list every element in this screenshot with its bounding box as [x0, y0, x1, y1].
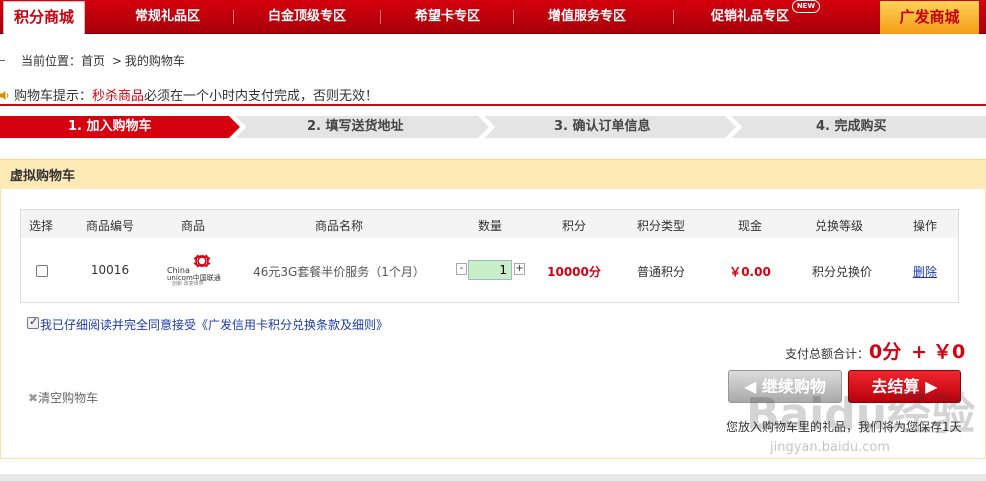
china-unicom-logo: China unicom中国联通 创新·改变世界: [164, 253, 222, 287]
breadcrumb-home-link[interactable]: 首页: [81, 54, 105, 68]
row-cash: ￥0.00: [729, 265, 771, 279]
tip-prefix: 购物车提示：: [14, 89, 93, 104]
continue-shopping-button[interactable]: ◀ 继续购物: [728, 370, 842, 403]
tip-suffix: 必须在一个小时内支付完成，否则无效！: [144, 89, 379, 104]
col-level: 兑换等级: [814, 219, 864, 233]
row-product-name: 46元3G套餐半价服务（1个月）: [253, 265, 425, 279]
col-qty: 数量: [477, 219, 503, 233]
step-confirm-order: 3. 确认订单信息: [554, 119, 651, 134]
qty-increase-button[interactable]: +: [514, 263, 525, 275]
qty-input[interactable]: 1: [468, 260, 512, 280]
col-points-type: 积分类型: [636, 219, 686, 233]
row-code: 10016: [90, 263, 130, 277]
panel-header: [0, 159, 986, 189]
nav-item-hope-card[interactable]: 希望卡专区: [415, 0, 480, 34]
tip-divider: [0, 104, 986, 106]
breadcrumb-current: 我的购物车: [124, 54, 185, 68]
nav-item-promotions[interactable]: 促销礼品专区: [711, 0, 789, 34]
speaker-icon: [0, 91, 9, 100]
col-action: 操作: [912, 219, 938, 233]
nav-divider: [380, 10, 381, 24]
row-points: 10000分: [547, 265, 601, 279]
clear-cart-label: 清空购物车: [38, 391, 99, 405]
total-label: 支付总额合计：: [785, 347, 870, 361]
total-cash: ￥0: [933, 341, 966, 363]
cart-save-note: 您放入购物车里的礼品，我们将为您保存1天: [726, 420, 962, 434]
new-badge: NEW: [792, 0, 820, 13]
tip-highlight: 秒杀商品: [92, 89, 145, 104]
page-root: 积分商城 常规礼品区 白金顶级专区 希望卡专区 增值服务专区 促销礼品专区 NE…: [0, 0, 986, 481]
points-mall-logo[interactable]: 积分商城: [3, 1, 85, 34]
unicom-logo-slogan: 创新·改变世界: [172, 281, 204, 287]
delete-link[interactable]: 删除: [913, 263, 937, 280]
clear-x-icon: ✖: [28, 391, 39, 405]
step-complete: 4. 完成购买: [816, 119, 887, 134]
watermark-url: jingyan.baidu.com: [770, 440, 890, 455]
total-points: 0分: [869, 341, 902, 363]
col-select: 选择: [28, 219, 54, 233]
nav-item-platinum[interactable]: 白金顶级专区: [268, 0, 346, 34]
step-shipping-address: 2. 填写送货地址: [307, 119, 404, 134]
col-name: 商品名称: [314, 219, 364, 233]
row-select-checkbox[interactable]: [36, 265, 48, 277]
row-level: 积分兑换价: [811, 265, 873, 279]
qty-decrease-button[interactable]: -: [456, 263, 467, 275]
total-plus: +: [911, 341, 927, 363]
col-cash: 现金: [737, 219, 763, 233]
row-points-type: 普通积分: [636, 265, 686, 279]
agree-checkbox[interactable]: [27, 315, 39, 329]
total-amount: 支付总额合计：0分 + ￥0: [785, 337, 965, 364]
step-add-to-cart: 1. 加入购物车: [68, 119, 152, 134]
col-code: 商品编号: [85, 219, 135, 233]
checkout-button[interactable]: 去结算 ▶: [848, 370, 961, 403]
virtual-cart-panel: [0, 159, 986, 459]
breadcrumb-prefix: 当前位置：: [21, 54, 82, 68]
crumb-marker: [0, 60, 5, 61]
breadcrumb: 当前位置：首页 > 我的购物车: [21, 52, 185, 69]
checkout-steps: 1. 加入购物车 2. 填写送货地址 3. 确认订单信息 4. 完成购买: [0, 116, 986, 138]
nav-item-value-added[interactable]: 增值服务专区: [548, 0, 626, 34]
cgb-mall-logo[interactable]: 广发商城: [880, 1, 979, 34]
nav-divider: [233, 10, 234, 24]
col-product: 商品: [180, 219, 206, 233]
breadcrumb-separator: >: [111, 54, 122, 68]
top-nav: 积分商城 常规礼品区 白金顶级专区 希望卡专区 增值服务专区 促销礼品专区 NE…: [0, 0, 986, 34]
panel-title: 虚拟购物车: [10, 169, 76, 184]
col-points: 积分: [561, 219, 587, 233]
nav-divider: [513, 10, 514, 24]
agree-terms-label[interactable]: 我已仔细阅读并完全同意接受《广发信用卡积分兑换条款及细则》: [40, 316, 388, 333]
bottom-strip: [0, 474, 986, 481]
cart-tip: 购物车提示：秒杀商品必须在一个小时内支付完成，否则无效！: [0, 85, 378, 104]
clear-cart-link[interactable]: ✖清空购物车: [28, 389, 98, 406]
nav-divider: [673, 10, 674, 24]
nav-item-regular-gifts[interactable]: 常规礼品区: [135, 0, 200, 34]
